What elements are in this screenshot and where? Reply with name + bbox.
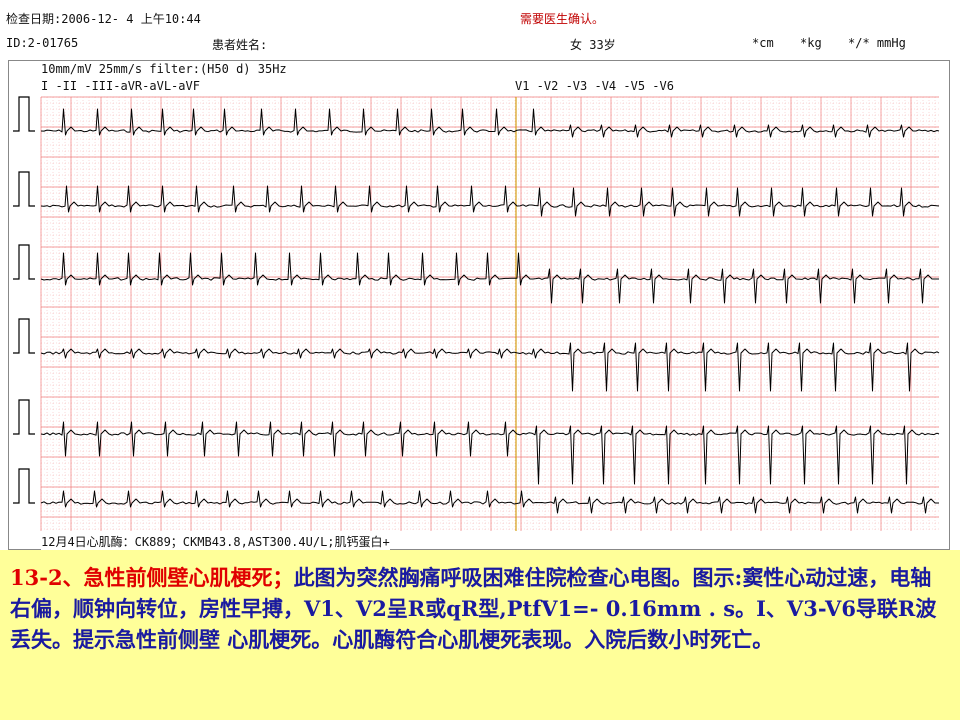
cardiac-enzymes-note: 12月4日心肌酶：CK889；CKMB43.8,AST300.4U/L;肌钙蛋白… bbox=[41, 533, 390, 550]
calibration-pulse bbox=[13, 96, 35, 132]
patient-name-label: 患者姓名: bbox=[212, 38, 268, 52]
patient-height: *cm bbox=[752, 36, 774, 50]
ecg-chart bbox=[13, 96, 940, 531]
ecg-trace-row bbox=[40, 490, 939, 514]
exam-date: 检查日期:2006-12- 4 上午10:44 bbox=[6, 12, 201, 26]
case-title: 13-2、急性前侧壁心肌梗死； bbox=[10, 565, 294, 590]
chest-leads-label: V1 -V2 -V3 -V4 -V5 -V6 bbox=[515, 79, 674, 93]
ecg-tracing: 10mm/mV 25mm/s filter:(H50 d) 35Hz I -II… bbox=[8, 60, 950, 550]
calibration-pulse bbox=[13, 468, 35, 504]
ecg-trace-row bbox=[40, 108, 940, 138]
calibration-pulse bbox=[13, 399, 35, 435]
ecg-trace-row bbox=[40, 252, 939, 304]
calibration-pulse bbox=[13, 244, 35, 280]
limb-leads-label: I -II -III-aVR-aVL-aVF bbox=[41, 79, 200, 93]
patient-id: ID:2-01765 bbox=[6, 36, 79, 50]
ecg-settings: 10mm/mV 25mm/s filter:(H50 d) 35Hz bbox=[41, 62, 287, 76]
confirmation-alert: 需要医生确认。 bbox=[520, 12, 605, 26]
case-caption: 13-2、急性前侧壁心肌梗死；此图为突然胸痛呼吸困难住院检查心电图。图示:窦性心… bbox=[0, 550, 960, 720]
calibration-pulse bbox=[13, 318, 35, 354]
report-header: 检查日期:2006-12- 4 上午10:44 需要医生确认。 ID:2-017… bbox=[0, 0, 960, 60]
calibration-pulse bbox=[13, 171, 35, 207]
ecg-trace-row bbox=[40, 421, 940, 485]
patient-weight: *kg bbox=[800, 36, 822, 50]
blood-pressure: */* mmHg bbox=[848, 36, 906, 50]
patient-sex-age: 女 33岁 bbox=[570, 38, 616, 52]
ecg-trace-row bbox=[40, 185, 940, 217]
